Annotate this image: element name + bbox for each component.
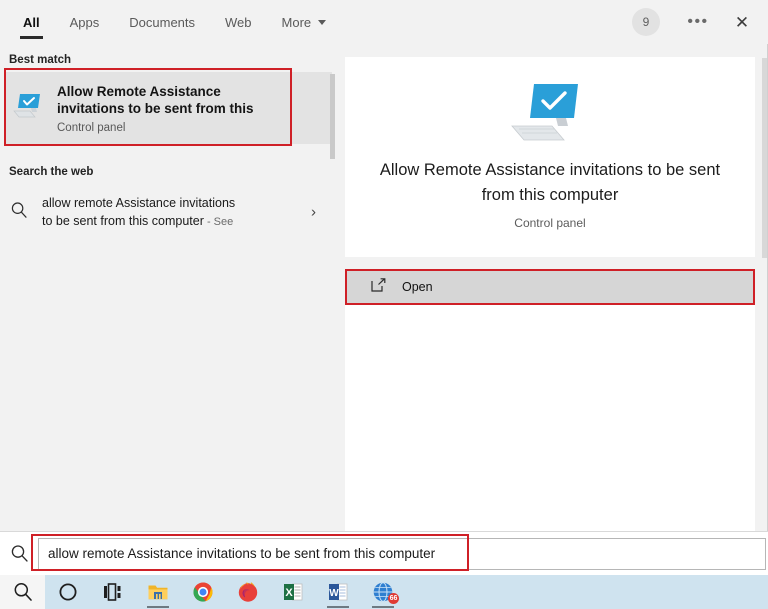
tab-more-label: More [281,14,312,30]
avatar[interactable]: 9 [632,8,660,36]
remote-assistance-monitor-icon [510,82,590,144]
preview-pane-background [345,305,755,531]
taskbar-item-mozilla-firefox[interactable] [225,575,270,609]
tab-documents[interactable]: Documents [114,0,210,44]
file-explorer-icon [147,581,169,603]
search-web-heading: Search the web [9,166,94,178]
search-icon [12,581,34,603]
best-match-result[interactable]: Allow Remote Assistance invitations to b… [4,72,332,144]
taskbar-item-task-view[interactable] [90,575,135,609]
web-search-result[interactable]: allow remote Assistance invitations to b… [0,184,336,240]
taskbar-item-search[interactable] [0,575,45,609]
svg-text:W: W [329,588,339,599]
taskbar-item-microsoft-excel[interactable]: X [270,575,315,609]
taskbar-item-cortana[interactable] [45,575,90,609]
more-options-button[interactable]: ••• [678,4,718,40]
task-view-icon [102,581,124,603]
excel-icon: X [282,581,304,603]
ellipsis-icon: ••• [687,13,709,30]
search-filter-tabbar: All Apps Documents Web More 9 ••• ✕ [0,0,768,44]
search-bar: allow remote Assistance invitations to b… [0,531,768,575]
taskbar-item-google-chrome[interactable] [180,575,225,609]
search-icon [10,544,29,563]
tab-list: All Apps Documents Web More [0,0,341,44]
web-search-query: allow remote Assistance invitations to b… [42,194,235,231]
taskbar-item-microsoft-word[interactable]: W [315,575,360,609]
best-match-title-line1: Allow Remote Assistance [57,83,221,99]
chevron-right-icon[interactable]: › [311,204,316,221]
tab-apps-label: Apps [69,14,100,30]
search-panel: All Apps Documents Web More 9 ••• ✕ Best… [0,0,768,575]
close-button[interactable]: ✕ [722,4,762,40]
preview-subtitle: Control panel [514,216,586,230]
best-match-heading: Best match [9,54,71,66]
best-match-wrapper: Allow Remote Assistance invitations to b… [0,68,336,146]
web-query-line2-wrap: to be sent from this computer - See [42,212,235,231]
firefox-icon [237,581,259,603]
notification-badge: 66 [388,593,399,604]
taskbar-item-browser-app[interactable]: 66 [360,575,405,609]
avatar-label: 9 [642,15,650,29]
svg-text:X: X [285,587,293,599]
taskbar-item-file-explorer[interactable] [135,575,180,609]
tab-all-label: All [23,14,40,30]
tab-web-label: Web [225,14,252,30]
open-external-icon [371,277,386,297]
chrome-icon [192,581,214,603]
chevron-down-icon [318,19,327,25]
tab-all[interactable]: All [8,0,55,44]
taskbar: X W 66 [0,575,768,609]
open-label: Open [402,280,433,294]
best-match-subtitle: Control panel [57,121,126,134]
tab-documents-label: Documents [129,14,196,30]
tab-web[interactable]: Web [210,0,267,44]
open-action-row[interactable]: Open [347,271,753,303]
results-column: Best match Allow Remote Assistance invit [0,44,336,531]
remote-assistance-monitor-icon [13,93,43,124]
tab-more[interactable]: More [267,0,342,44]
best-match-title-line2: invitations to be sent from this [57,100,254,116]
best-match-text: Allow Remote Assistance invitations to b… [57,83,254,134]
magnifier-icon [10,201,28,224]
preview-card: Allow Remote Assistance invitations to b… [345,57,755,257]
results-scrollbar-thumb[interactable] [330,74,335,159]
header-actions: 9 ••• ✕ [632,0,762,44]
close-icon: ✕ [734,12,750,32]
word-icon: W [327,581,349,603]
cortana-circle-icon [57,581,79,603]
search-input[interactable]: allow remote Assistance invitations to b… [38,537,766,570]
tab-apps[interactable]: Apps [55,0,115,44]
web-query-see: - See [203,215,234,228]
windows-search-flyout: All Apps Documents Web More 9 ••• ✕ Best… [0,0,768,609]
web-query-line1: allow remote Assistance invitations [42,195,236,210]
preview-title: Allow Remote Assistance invitations to b… [379,161,721,204]
web-query-line2: to be sent from this computer [42,213,204,228]
